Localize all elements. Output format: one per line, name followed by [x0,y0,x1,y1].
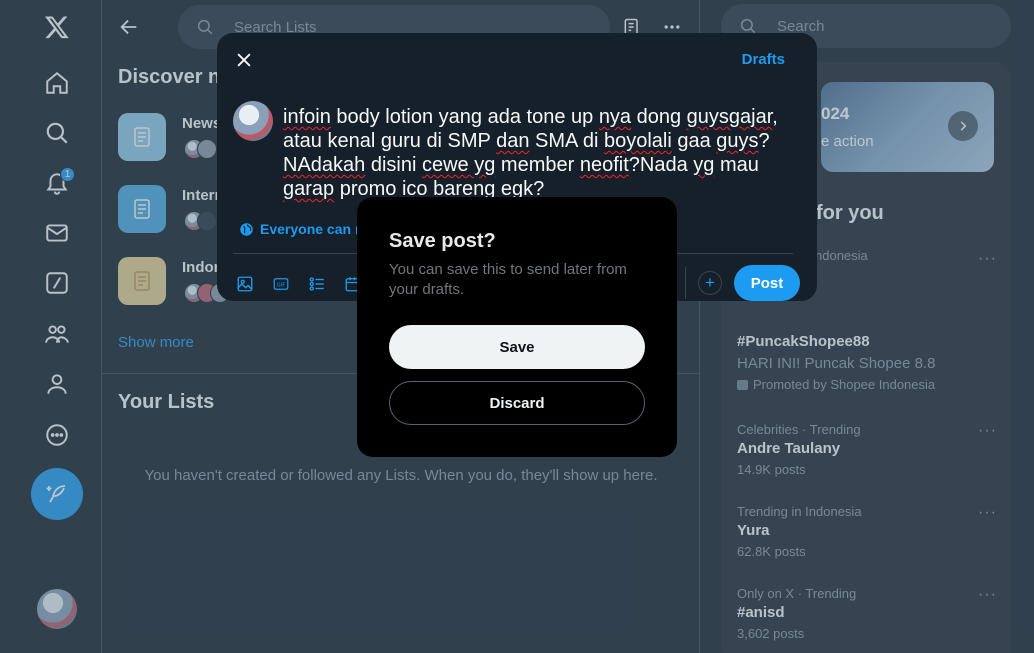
globe-icon [240,222,253,236]
save-post-dialog: Save post? You can save this to send lat… [357,197,677,457]
drafts-button[interactable]: Drafts [742,51,785,68]
draft-text-line: NAdakah disini cewe yg member neofit?Nad… [283,154,759,176]
poll-icon[interactable] [306,273,328,295]
media-image-icon[interactable] [234,273,256,295]
dialog-body: You can save this to send later from you… [389,261,627,298]
compose-textarea[interactable]: infoin body lotion yang ada tone up nya … [283,105,803,201]
discard-button[interactable]: Discard [389,381,645,425]
post-button[interactable]: Post [734,265,800,301]
toolbar-divider [685,267,686,299]
compose-avatar [233,101,273,141]
close-icon[interactable] [231,47,257,73]
add-post-button[interactable]: + [698,271,722,295]
save-button[interactable]: Save [389,325,645,369]
gif-icon[interactable]: GIF [270,273,292,295]
draft-text-line: atau kenal guru di SMP dan SMA di boyola… [283,130,770,152]
dialog-title: Save post? [389,230,496,252]
svg-text:GIF: GIF [277,282,286,288]
draft-text-line: infoin body lotion yang ada tone up nya … [283,106,778,128]
